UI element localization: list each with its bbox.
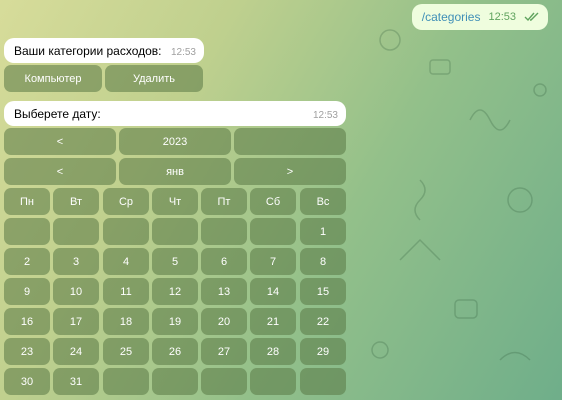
day-button[interactable]: 3 — [53, 248, 99, 275]
day-button[interactable] — [103, 368, 149, 395]
day-button[interactable]: 19 — [152, 308, 198, 335]
day-button[interactable]: 31 — [53, 368, 99, 395]
message-time: 12:53 — [312, 110, 338, 121]
day-button[interactable]: 28 — [250, 338, 296, 365]
day-button[interactable] — [103, 218, 149, 245]
day-button[interactable]: 6 — [201, 248, 247, 275]
day-button[interactable] — [250, 368, 296, 395]
double-check-icon — [524, 12, 539, 22]
day-button[interactable] — [250, 218, 296, 245]
day-button[interactable] — [152, 368, 198, 395]
day-button[interactable] — [4, 218, 50, 245]
day-button[interactable]: 17 — [53, 308, 99, 335]
day-button[interactable]: 8 — [300, 248, 346, 275]
delete-button[interactable]: Удалить — [105, 65, 203, 92]
day-button[interactable]: 12 — [152, 278, 198, 305]
outgoing-message: /categories 12:53 — [411, 4, 548, 30]
message-time: 12:53 — [488, 11, 516, 23]
day-button[interactable]: 20 — [201, 308, 247, 335]
day-button[interactable]: 21 — [250, 308, 296, 335]
day-button[interactable] — [300, 368, 346, 395]
day-button[interactable]: 1 — [300, 218, 346, 245]
weekday-button[interactable]: Ср — [103, 188, 149, 215]
date-message: Выберете дату: 12:53 — [4, 101, 346, 126]
day-button[interactable]: 11 — [103, 278, 149, 305]
weekday-button[interactable]: Сб — [250, 188, 296, 215]
weekday-button[interactable]: Вс — [300, 188, 346, 215]
message-text: Выберете дату: — [14, 107, 101, 121]
day-button[interactable]: 26 — [152, 338, 198, 365]
day-button[interactable]: 9 — [4, 278, 50, 305]
day-button[interactable] — [201, 218, 247, 245]
calendar-month-row-button[interactable]: янв — [119, 158, 231, 185]
calendar-month-row-button[interactable]: > — [234, 158, 346, 185]
day-button[interactable]: 18 — [103, 308, 149, 335]
day-button[interactable]: 23 — [4, 338, 50, 365]
calendar-year-row-button[interactable] — [234, 128, 346, 155]
weekday-button[interactable]: Вт — [53, 188, 99, 215]
command-text[interactable]: /categories — [422, 10, 481, 24]
day-button[interactable] — [201, 368, 247, 395]
day-button[interactable]: 24 — [53, 338, 99, 365]
calendar-year-row-button[interactable]: 2023 — [119, 128, 231, 155]
calendar-year-row-button[interactable]: < — [4, 128, 116, 155]
message-time: 12:53 — [170, 47, 196, 58]
calendar-month-row-button[interactable]: < — [4, 158, 116, 185]
day-button[interactable]: 14 — [250, 278, 296, 305]
weekday-button[interactable]: Чт — [152, 188, 198, 215]
message-text: Ваши категории расходов: — [14, 44, 162, 58]
day-button[interactable]: 15 — [300, 278, 346, 305]
day-button[interactable]: 13 — [201, 278, 247, 305]
day-button[interactable]: 10 — [53, 278, 99, 305]
day-button[interactable]: 2 — [4, 248, 50, 275]
categories-message: Ваши категории расходов: 12:53 — [4, 38, 204, 63]
day-button[interactable]: 5 — [152, 248, 198, 275]
weekday-button[interactable]: Пт — [201, 188, 247, 215]
day-button[interactable] — [152, 218, 198, 245]
day-button[interactable]: 16 — [4, 308, 50, 335]
category-button[interactable]: Компьютер — [4, 65, 102, 92]
day-button[interactable]: 4 — [103, 248, 149, 275]
day-button[interactable]: 27 — [201, 338, 247, 365]
day-button[interactable]: 7 — [250, 248, 296, 275]
day-button[interactable]: 29 — [300, 338, 346, 365]
weekday-button[interactable]: Пн — [4, 188, 50, 215]
day-button[interactable]: 30 — [4, 368, 50, 395]
day-button[interactable]: 25 — [103, 338, 149, 365]
day-button[interactable] — [53, 218, 99, 245]
day-button[interactable]: 22 — [300, 308, 346, 335]
